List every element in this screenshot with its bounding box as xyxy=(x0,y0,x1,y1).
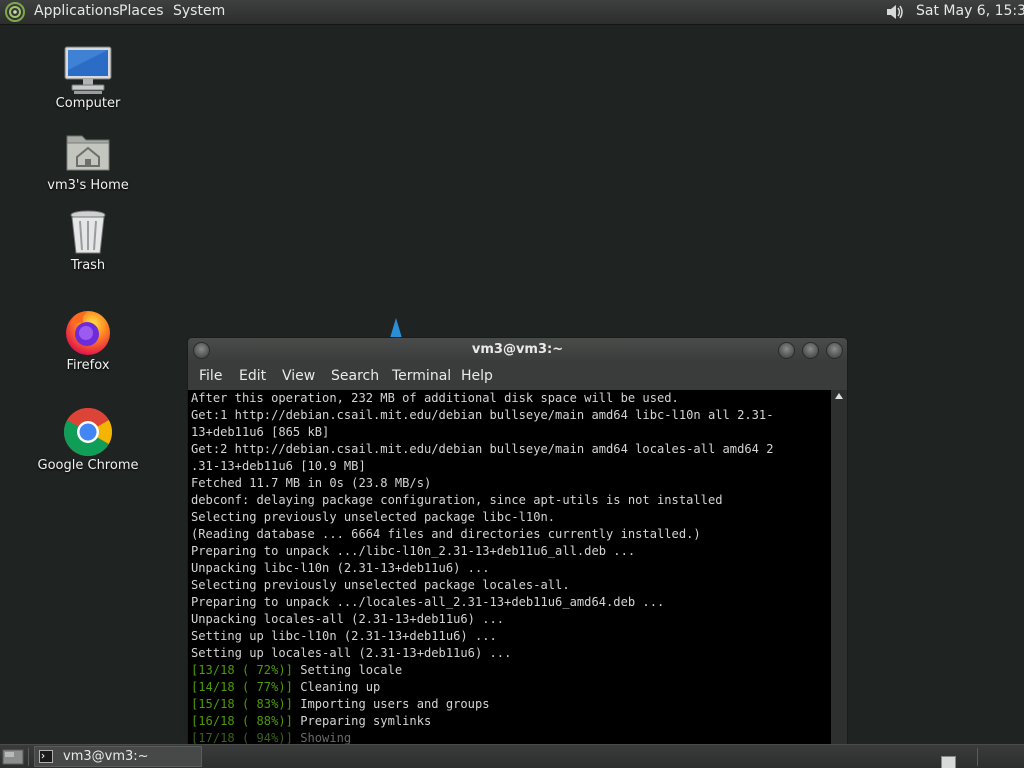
desktop-icon-label: vm3's Home xyxy=(47,178,129,193)
applications-menu[interactable]: Applications xyxy=(34,3,120,19)
places-menu[interactable]: Places xyxy=(119,3,164,19)
top-panel: Applications Places System Sat May 6, 15… xyxy=(0,0,1024,25)
maximize-button[interactable] xyxy=(802,342,819,359)
taskbar-item-terminal[interactable]: vm3@vm3:~ xyxy=(34,746,202,767)
menu-edit[interactable]: Edit xyxy=(239,368,266,384)
terminal-line: Preparing to unpack .../locales-all_2.31… xyxy=(191,595,665,609)
clock[interactable]: Sat May 6, 15:35 xyxy=(916,3,1024,19)
progress-counter: [16/18 ( 88%)] xyxy=(191,714,293,728)
terminal-title: vm3@vm3:~ xyxy=(471,342,564,357)
terminal-line: Unpacking locales-all (2.31-13+deb11u6) … xyxy=(191,612,505,626)
progress-text: Setting locale xyxy=(292,663,403,677)
terminal-progress-line: [14/18 ( 77%)] Cleaning up xyxy=(191,679,380,696)
desktop-icon-label: Google Chrome xyxy=(37,458,139,473)
close-button[interactable] xyxy=(826,342,843,359)
terminal-line: Unpacking libc-l10n (2.31-13+deb11u6) ..… xyxy=(191,561,490,575)
terminal-progress-line: [13/18 ( 72%)] Setting locale xyxy=(191,662,402,679)
terminal-line: Setting up locales-all (2.31-13+deb11u6)… xyxy=(191,646,512,660)
desktop-icon-computer[interactable]: Computer xyxy=(28,44,148,111)
chrome-icon xyxy=(63,408,113,457)
trash-icon xyxy=(70,210,106,254)
terminal-line: After this operation, 232 MB of addition… xyxy=(191,391,679,405)
desktop-icon-trash[interactable]: Trash xyxy=(28,206,148,273)
system-menu[interactable]: System xyxy=(173,3,225,19)
desktop-icon-firefox[interactable]: Firefox xyxy=(28,306,148,373)
scroll-up-arrow-icon[interactable] xyxy=(835,392,843,400)
terminal-progress-line: [17/18 ( 94%)] Showing xyxy=(191,730,351,744)
mate-logo-icon[interactable] xyxy=(4,1,26,23)
desktop-icon-label: Trash xyxy=(70,258,106,273)
terminal-line: Selecting previously unselected package … xyxy=(191,578,570,592)
progress-counter: [15/18 ( 83%)] xyxy=(191,697,293,711)
progress-counter: [17/18 ( 94%)] xyxy=(191,731,293,744)
desktop-icon-home[interactable]: vm3's Home xyxy=(28,126,148,193)
desktop-icon-label: Computer xyxy=(55,96,121,111)
taskbar-item-label: vm3@vm3:~ xyxy=(63,749,149,764)
progress-text: Importing users and groups xyxy=(292,697,490,711)
menu-search[interactable]: Search xyxy=(331,368,379,384)
terminal-line: Get:2 http://debian.csail.mit.edu/debian… xyxy=(191,442,774,456)
terminal-output[interactable]: After this operation, 232 MB of addition… xyxy=(188,390,831,744)
menu-help[interactable]: Help xyxy=(461,368,493,384)
terminal-window[interactable]: vm3@vm3:~ File Edit View Search Terminal… xyxy=(187,337,848,745)
workspace-switcher[interactable] xyxy=(941,756,956,768)
progress-text: Preparing symlinks xyxy=(292,714,432,728)
progress-text: Showing xyxy=(292,731,352,744)
terminal-icon xyxy=(39,750,53,763)
terminal-line: Fetched 11.7 MB in 0s (23.8 MB/s) xyxy=(191,476,432,490)
terminal-line: Get:1 http://debian.csail.mit.edu/debian… xyxy=(191,408,774,422)
terminal-progress-line: [15/18 ( 83%)] Importing users and group… xyxy=(191,696,490,713)
terminal-line: Setting up libc-l10n (2.31-13+deb11u6) .… xyxy=(191,629,497,643)
terminal-line: 13+deb11u6 [865 kB] xyxy=(191,425,330,439)
speaker-icon[interactable] xyxy=(883,1,905,23)
computer-icon xyxy=(64,46,112,94)
terminal-line: debconf: delaying package configuration,… xyxy=(191,493,723,507)
progress-counter: [13/18 ( 72%)] xyxy=(191,663,293,677)
show-desktop-icon[interactable] xyxy=(2,747,24,767)
progress-counter: [14/18 ( 77%)] xyxy=(191,680,293,694)
terminal-line: Selecting previously unselected package … xyxy=(191,510,556,524)
terminal-titlebar[interactable]: vm3@vm3:~ xyxy=(188,338,847,362)
menu-file[interactable]: File xyxy=(199,368,222,384)
bottom-panel: vm3@vm3:~ xyxy=(0,744,1024,768)
minimize-button[interactable] xyxy=(778,342,795,359)
terminal-line: (Reading database ... 6664 files and dir… xyxy=(191,527,701,541)
terminal-menubar: File Edit View Search Terminal Help xyxy=(188,362,847,390)
menu-view[interactable]: View xyxy=(282,368,315,384)
desktop-icon-label: Firefox xyxy=(66,358,110,373)
menu-terminal[interactable]: Terminal xyxy=(392,368,451,384)
panel-separator xyxy=(28,748,29,766)
panel-separator xyxy=(977,748,978,766)
desktop-icon-chrome[interactable]: Google Chrome xyxy=(28,406,148,473)
progress-text: Cleaning up xyxy=(292,680,381,694)
firefox-icon xyxy=(66,311,110,355)
terminal-line: Preparing to unpack .../libc-l10n_2.31-1… xyxy=(191,544,636,558)
terminal-scrollbar[interactable] xyxy=(831,390,847,744)
terminal-line: .31-13+deb11u6 [10.9 MB] xyxy=(191,459,366,473)
terminal-progress-line: [16/18 ( 88%)] Preparing symlinks xyxy=(191,713,431,730)
home-folder-icon xyxy=(66,135,110,171)
